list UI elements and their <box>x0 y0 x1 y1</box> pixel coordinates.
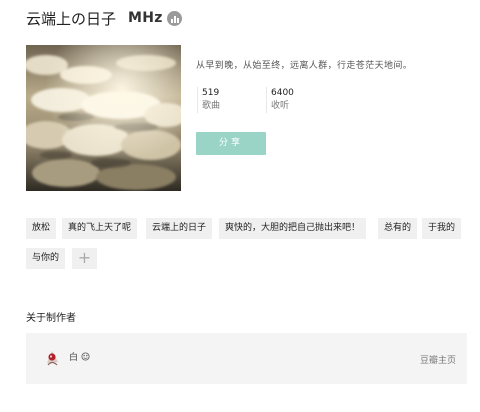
douban-homepage-link[interactable]: 豆瓣主页 <box>420 353 456 366</box>
listen-count-stat: 6400 收听 <box>266 87 294 113</box>
listen-count-label: 收听 <box>271 101 290 111</box>
tag-item[interactable]: 爽快的，大胆的把自己抛出来吧！ <box>219 218 367 239</box>
listen-count: 6400 <box>271 88 294 98</box>
song-count-label: 歌曲 <box>202 101 221 111</box>
host-name: MHz <box>128 10 163 26</box>
tag-item[interactable]: 总有的 <box>378 218 418 239</box>
header: 云端上の日子 MHz <box>26 7 182 29</box>
plus-icon[interactable]: + <box>72 248 97 269</box>
tag-item[interactable]: 放松 <box>26 218 57 239</box>
bar-chart-icon[interactable] <box>166 10 182 26</box>
maker-name[interactable]: 白 <box>69 353 78 363</box>
maker-section-title: 关于制作者 <box>26 313 76 324</box>
song-count: 519 <box>202 88 220 98</box>
maker-name-wrap[interactable]: 白 <box>69 350 90 363</box>
tag-item[interactable]: 与你的 <box>26 248 66 269</box>
song-count-stat: 519 歌曲 <box>197 87 220 113</box>
tag-item[interactable]: 真的飞上天了呢 <box>62 218 138 239</box>
tag-item[interactable]: 云端上的日子 <box>146 218 213 239</box>
page-title: 云端上の日子 <box>26 9 117 28</box>
tag-item[interactable]: 于我的 <box>422 218 462 239</box>
cover-image <box>26 45 181 191</box>
maker-card: 白 豆瓣主页 <box>26 333 467 384</box>
avatar[interactable] <box>42 348 63 369</box>
face-icon <box>81 352 90 361</box>
playlist-description: 从早到晚，从始至终，远离人群，行走苍茫天地间。 <box>196 61 413 71</box>
share-button[interactable]: 分享 <box>196 132 266 155</box>
